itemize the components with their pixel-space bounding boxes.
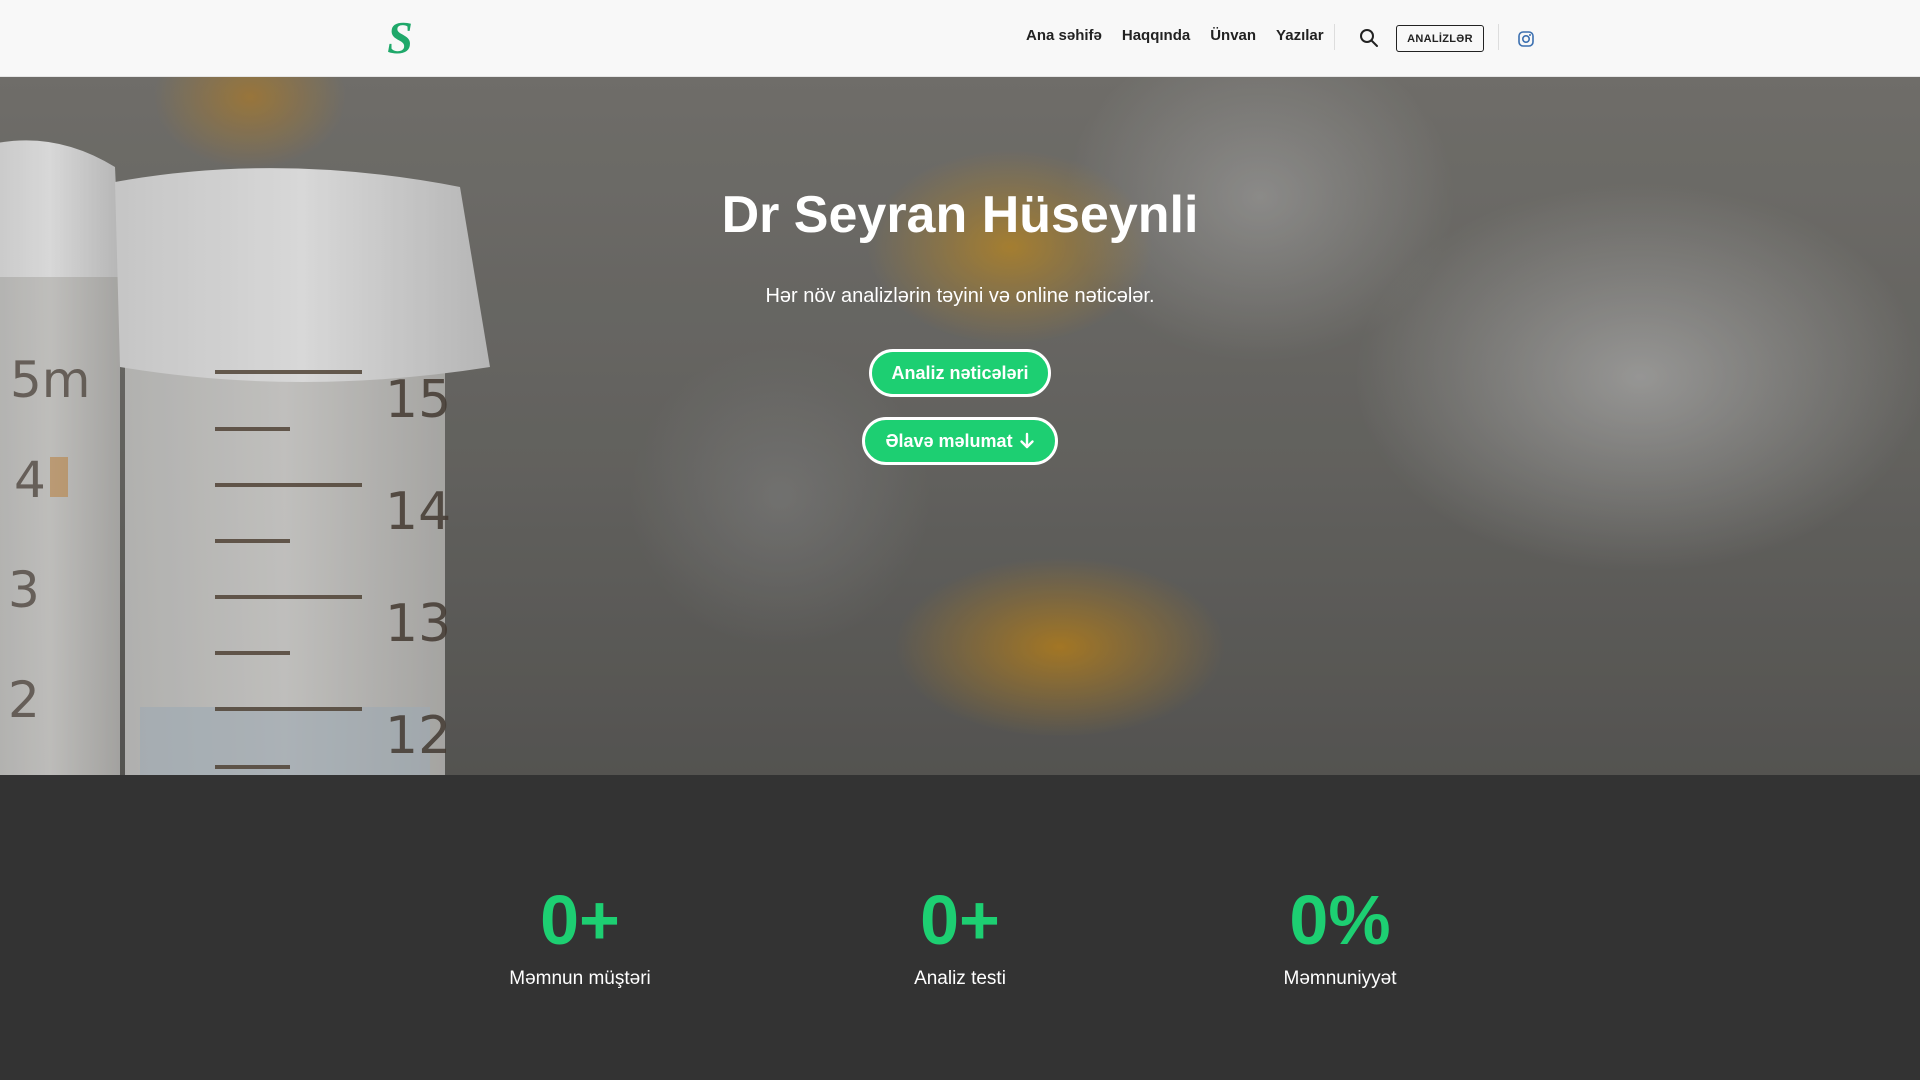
stat-label: Məmnun müştəri <box>509 968 651 989</box>
stat-label: Məmnuniyyət <box>1283 968 1397 989</box>
nav-item-posts[interactable]: Yazılar <box>1276 27 1324 44</box>
nav-item-about[interactable]: Haqqında <box>1122 27 1190 44</box>
instagram-icon[interactable] <box>1516 29 1536 49</box>
site-header: S Ana səhifə Haqqında Ünvan Yazılar ANAL… <box>0 0 1920 77</box>
site-logo[interactable]: S <box>382 12 418 63</box>
more-info-label: Əlavə məlumat <box>885 430 1013 451</box>
main-nav: Ana səhifə Haqqında Ünvan Yazılar <box>1026 27 1324 44</box>
stat-value: 0+ <box>920 881 1000 959</box>
arrow-down-icon <box>1019 432 1034 449</box>
stat-analysis-tests: 0+ Analiz testi <box>820 880 1100 990</box>
nav-item-home[interactable]: Ana səhifə <box>1026 27 1102 44</box>
hero-subtitle: Hər növ analizlərin təyini və online nət… <box>765 285 1155 307</box>
stat-satisfaction: 0% Məmnuniyyət <box>1200 880 1480 990</box>
stat-value: 0% <box>1289 881 1391 959</box>
hero-section: 15 14 13 12 5m 4 3 2 Dr Seyran Hüseynli … <box>0 77 1920 775</box>
stat-satisfied-clients: 0+ Məmnun müştəri <box>440 880 720 990</box>
analysis-results-button[interactable]: Analiz nəticələri <box>869 349 1051 397</box>
stat-value: 0+ <box>540 881 620 959</box>
analysis-results-label: Analiz nəticələri <box>891 362 1029 383</box>
nav-divider <box>1334 24 1335 50</box>
search-icon[interactable] <box>1358 27 1380 49</box>
analyses-button[interactable]: ANALİZLƏR <box>1396 25 1484 52</box>
more-info-button[interactable]: Əlavə məlumat <box>862 417 1058 465</box>
stats-section: 0+ Məmnun müştəri 0+ Analiz testi 0% Məm… <box>0 775 1920 1080</box>
stat-label: Analiz testi <box>914 968 1006 989</box>
nav-item-address[interactable]: Ünvan <box>1210 27 1256 44</box>
social-divider <box>1498 24 1499 50</box>
hero-title: Dr Seyran Hüseynli <box>721 186 1199 244</box>
